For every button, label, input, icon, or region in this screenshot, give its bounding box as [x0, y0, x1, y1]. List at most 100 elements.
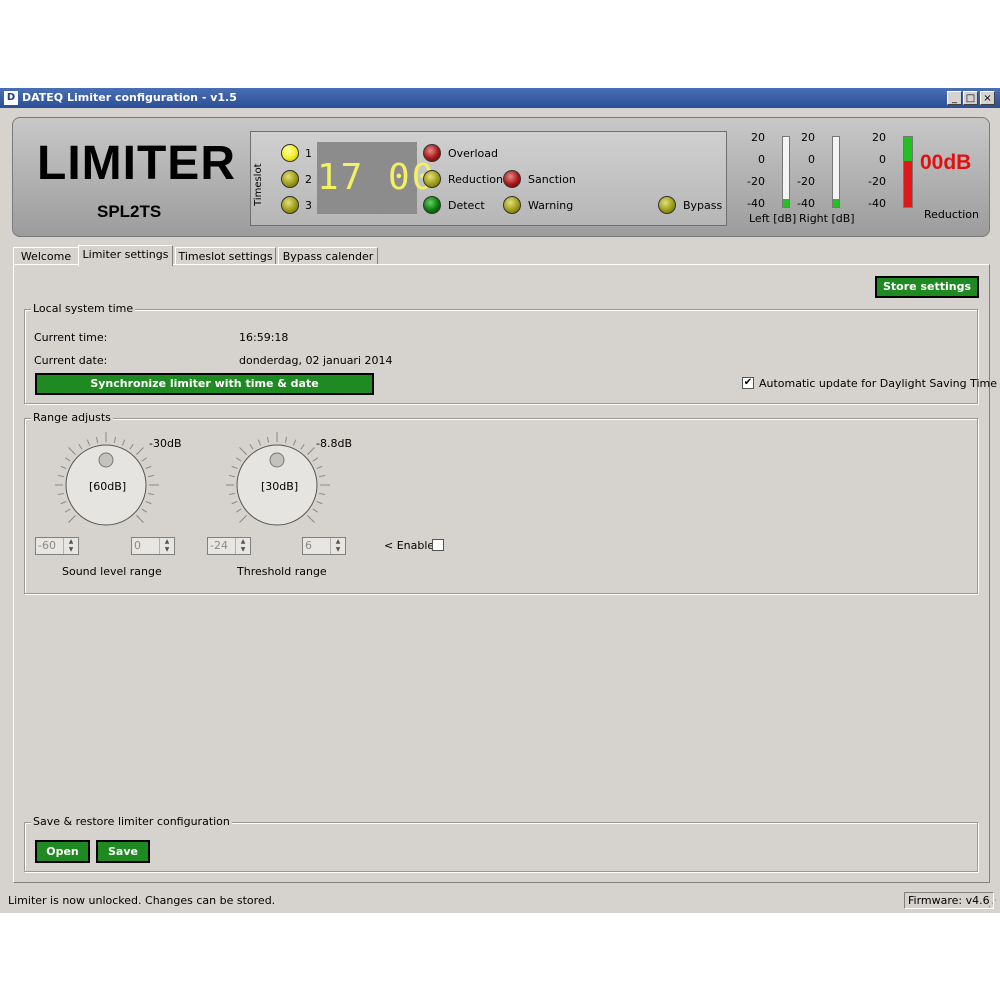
tab-bypass-calender[interactable]: Bypass calender [278, 247, 378, 265]
status-panel: Timeslot 1 2 3 17 00 Overload Reduction … [250, 131, 727, 226]
sound-level-min-spinner[interactable]: -60 ▲ ▼ [35, 537, 79, 555]
right-tick-20: 20 [801, 131, 815, 144]
knob-tick-mark [249, 443, 254, 450]
timeslot-1-label: 1 [305, 147, 312, 160]
sanction-led-icon [503, 170, 521, 188]
overload-led-icon [423, 144, 441, 162]
knob-tick-mark [228, 474, 235, 478]
threshold-range-label: Threshold range [237, 565, 327, 578]
reduction-label: Reduction [924, 208, 979, 221]
spin-arrows-icon[interactable]: ▲ ▼ [63, 538, 78, 554]
resize-grip-icon[interactable]: ⋰ [988, 899, 997, 909]
window-title: DATEQ Limiter configuration - v1.5 [22, 91, 237, 104]
knob-tick-mark [95, 436, 99, 443]
maximize-button[interactable]: □ [963, 91, 978, 105]
sync-time-button[interactable]: Synchronize limiter with time & date [35, 373, 374, 395]
knob-tick-mark [316, 465, 323, 470]
clock-hours: 17 [317, 157, 365, 198]
reduction-tick-minus40: -40 [868, 197, 886, 210]
threshold-knob-center: [30dB] [261, 480, 299, 493]
close-button[interactable]: × [980, 91, 995, 105]
knob-tick-mark [78, 443, 83, 450]
local-time-group-title: Local system time [31, 302, 136, 315]
knob-tick-mark [68, 515, 76, 523]
current-time-value: 16:59:18 [239, 331, 289, 344]
timeslot-2-label: 2 [305, 173, 312, 186]
detect-led-icon [423, 196, 441, 214]
left-tick-20: 20 [751, 131, 765, 144]
minimize-button[interactable]: _ [947, 91, 962, 105]
right-tick-0: 0 [808, 153, 815, 166]
timeslot-1-led-icon [281, 144, 299, 162]
knob-tick-mark [64, 508, 71, 513]
store-settings-button[interactable]: Store settings [875, 276, 979, 298]
status-bar: Limiter is now unlocked. Changes can be … [0, 889, 1000, 913]
tab-welcome[interactable]: Welcome [13, 247, 79, 265]
sound-level-knob-center: [60dB] [89, 480, 127, 493]
dst-checkbox[interactable]: ✔ [742, 377, 754, 389]
timeslot-label: Timeslot [253, 163, 264, 207]
threshold-max-spinner[interactable]: 6 ▲ ▼ [302, 537, 346, 555]
left-level-fill [783, 198, 789, 207]
spin-arrows-icon[interactable]: ▲ ▼ [159, 538, 174, 554]
sanction-label: Sanction [528, 173, 576, 186]
save-restore-group-title: Save & restore limiter configuration [31, 815, 232, 828]
spin-arrows-icon[interactable]: ▲ ▼ [330, 538, 345, 554]
range-adjusts-group: Range adjusts -30dB [60dB] -60 ▲ ▼ 0 ▲ ▼ S… [24, 411, 978, 594]
spin-arrows-icon[interactable]: ▲ ▼ [235, 538, 250, 554]
enable-checkbox[interactable] [432, 539, 444, 551]
timeslot-3-led-icon [281, 196, 299, 214]
knob-tick-mark [312, 457, 319, 462]
knob-tick-mark [239, 447, 247, 455]
left-meter-label: Left [dB] [749, 212, 797, 225]
right-tick-minus20: -20 [797, 175, 815, 188]
logo-title: LIMITER [37, 137, 236, 190]
dst-checkbox-label: Automatic update for Daylight Saving Tim… [759, 377, 998, 390]
knob-tick-mark [86, 439, 91, 446]
knob-tick-mark [319, 492, 326, 496]
knob-tick-mark [60, 465, 67, 470]
left-tick-minus40: -40 [747, 197, 765, 210]
knob-tick-mark [57, 492, 64, 496]
knob-tick-mark [145, 500, 152, 505]
knob-tick-mark [68, 447, 76, 455]
reduction-meter [903, 136, 913, 208]
right-level-meter [832, 136, 840, 208]
knob-tick-mark [307, 447, 315, 455]
current-time-label: Current time: [34, 331, 108, 344]
left-tick-minus20: -20 [747, 175, 765, 188]
timeslot-3-label: 3 [305, 199, 312, 212]
knob-tick-mark [148, 492, 155, 496]
right-level-fill [833, 198, 839, 207]
save-button[interactable]: Save [96, 840, 150, 863]
sound-level-knob-value: -30dB [149, 437, 182, 450]
open-button[interactable]: Open [35, 840, 90, 863]
knob-tick-mark [239, 515, 247, 523]
app-window: D DATEQ Limiter configuration - v1.5 _ □… [0, 88, 1000, 913]
knob-tick-mark [136, 515, 144, 523]
sound-level-max-spinner[interactable]: 0 ▲ ▼ [131, 537, 175, 555]
tab-timeslot-settings[interactable]: Timeslot settings [175, 247, 276, 265]
range-adjusts-group-title: Range adjusts [31, 411, 113, 424]
save-restore-group: Save & restore limiter configuration Ope… [24, 815, 978, 872]
warning-label: Warning [528, 199, 574, 212]
detect-label: Detect [448, 199, 485, 212]
tab-limiter-settings[interactable]: Limiter settings [78, 245, 173, 266]
knob-tick-mark [228, 492, 235, 496]
reduction-tick-20: 20 [872, 131, 886, 144]
left-level-meter [782, 136, 790, 208]
knob-tick-mark [60, 500, 67, 505]
knob-tick-mark [148, 474, 155, 478]
knob-tick-mark [57, 474, 64, 478]
threshold-knob-value: -8.8dB [316, 437, 352, 450]
knob-tick-mark [319, 474, 326, 478]
enable-label: < Enable [384, 539, 435, 552]
warning-led-icon [503, 196, 521, 214]
threshold-min-spinner[interactable]: -24 ▲ ▼ [207, 537, 251, 555]
device-header: LIMITER SPL2TS Timeslot 1 2 3 17 00 Over… [12, 117, 990, 237]
current-date-value: donderdag, 02 januari 2014 [239, 354, 393, 367]
left-tick-0: 0 [758, 153, 765, 166]
knob-tick-mark [129, 443, 134, 450]
knob-tick-mark [312, 508, 319, 513]
bypass-led-icon [658, 196, 676, 214]
